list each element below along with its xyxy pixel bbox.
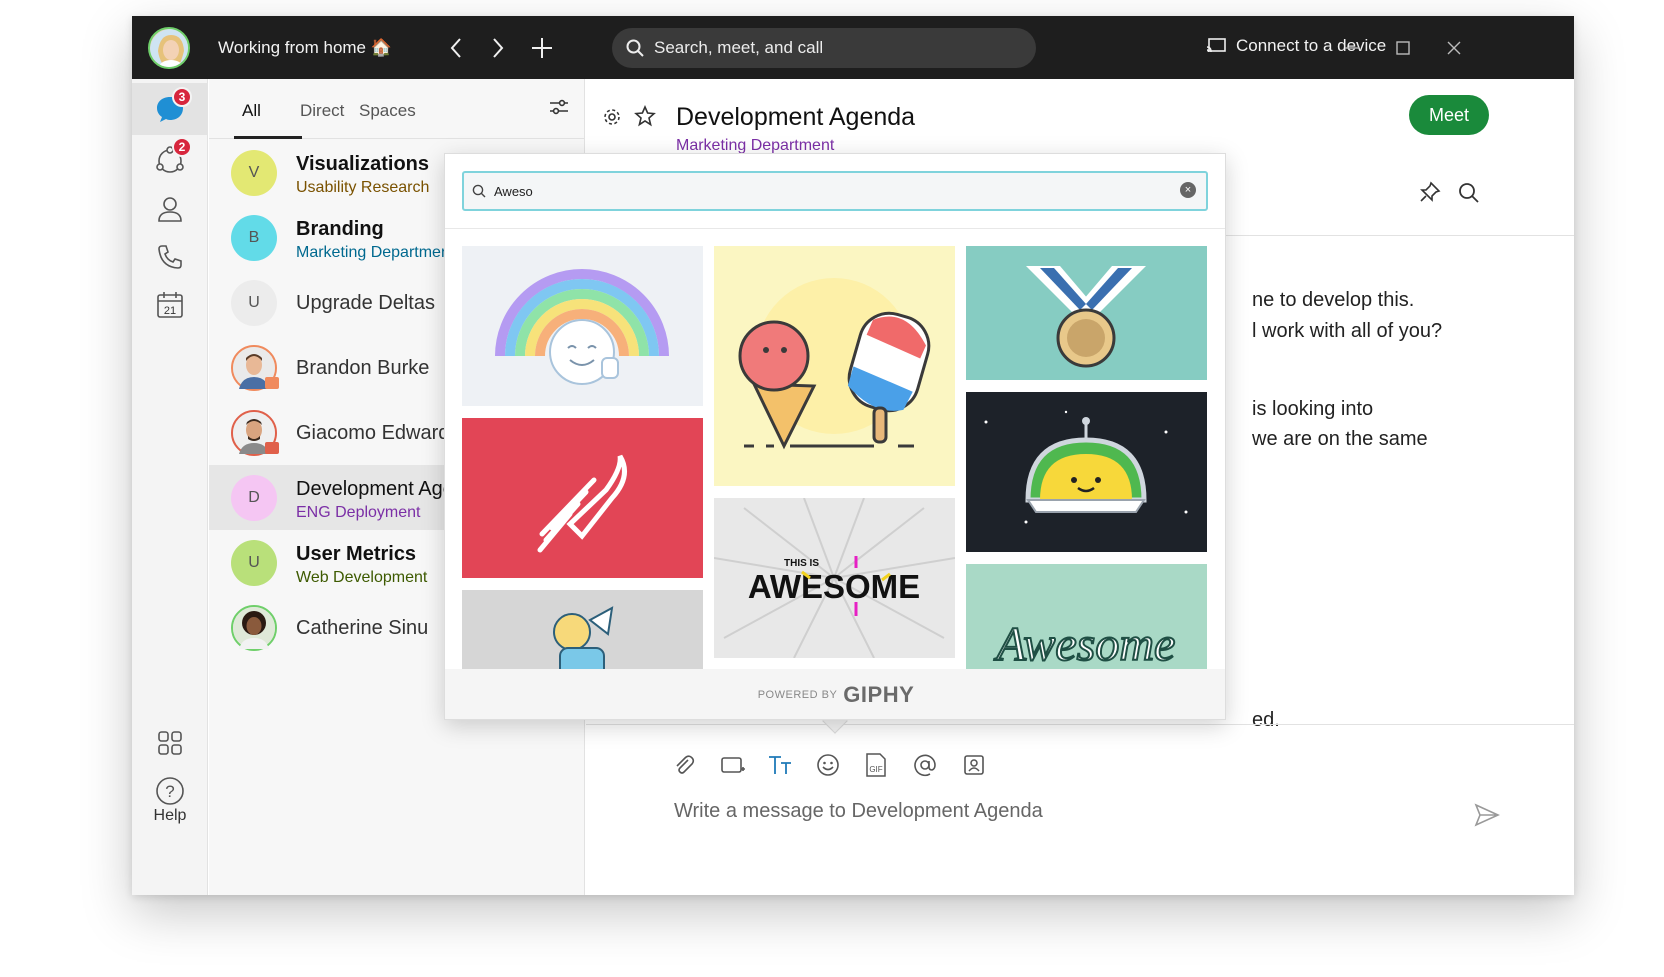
cast-icon bbox=[1206, 38, 1226, 53]
global-search-placeholder: Search, meet, and call bbox=[654, 38, 824, 57]
tab-all[interactable]: All bbox=[242, 101, 261, 121]
conversation-title: Branding bbox=[296, 218, 384, 240]
message-composer-input[interactable] bbox=[674, 794, 1454, 828]
status-message[interactable]: Working from home 🏠 bbox=[218, 38, 392, 58]
gif-rainbow-smile[interactable] bbox=[462, 246, 703, 406]
help-label: Help bbox=[153, 807, 187, 824]
giphy-attribution: POWERED BY GIPHY bbox=[445, 669, 1225, 719]
conversation-subtitle: Usability Research bbox=[296, 179, 430, 196]
avatar: V bbox=[231, 150, 277, 196]
gif-caption-script: Awesome bbox=[994, 618, 1176, 669]
phone-icon bbox=[158, 245, 182, 269]
search-icon bbox=[626, 39, 644, 57]
message-text: ed. bbox=[1252, 709, 1280, 731]
video-status-icon bbox=[265, 377, 279, 389]
composer-divider bbox=[586, 724, 1574, 725]
nav-teams[interactable]: 2 bbox=[132, 135, 208, 187]
text-format-icon[interactable] bbox=[764, 749, 796, 781]
attach-icon[interactable] bbox=[668, 749, 700, 781]
minimize-icon[interactable] bbox=[1338, 34, 1366, 62]
gif-caption-big: AWESOME bbox=[748, 568, 920, 605]
svg-text:?: ? bbox=[165, 782, 174, 801]
message-text: ne to develop this. bbox=[1252, 289, 1415, 311]
title-bar: Working from home 🏠 Search, meet, and ca… bbox=[132, 16, 1574, 79]
calendar-icon: 21 bbox=[157, 292, 183, 318]
forward-icon[interactable] bbox=[480, 30, 516, 66]
nav-calls[interactable] bbox=[132, 231, 208, 283]
space-title: Development Agenda bbox=[676, 103, 916, 131]
avatar: D bbox=[231, 475, 277, 521]
giphy-logo: GIPHY bbox=[843, 682, 915, 707]
tab-active-indicator bbox=[234, 136, 302, 139]
back-icon[interactable] bbox=[438, 30, 474, 66]
avatar: U bbox=[231, 540, 277, 586]
conversation-subtitle: ENG Deployment bbox=[296, 504, 421, 521]
gif-rocket[interactable] bbox=[462, 418, 703, 578]
conversation-title: Catherine Sinu bbox=[296, 617, 429, 639]
search-icon bbox=[472, 184, 486, 198]
share-status-icon bbox=[265, 442, 279, 454]
clear-search-icon[interactable]: × bbox=[1180, 182, 1196, 198]
gif-search-input[interactable] bbox=[494, 183, 1174, 199]
gif-icon[interactable]: GIF bbox=[860, 749, 892, 781]
nav-calendar[interactable]: 21 bbox=[132, 279, 208, 331]
calendar-day: 21 bbox=[164, 305, 176, 317]
gif-search-box[interactable]: × bbox=[462, 171, 1208, 211]
nav-contacts[interactable] bbox=[132, 183, 208, 235]
conversation-subtitle: Web Development bbox=[296, 569, 428, 586]
help-icon: ? bbox=[156, 777, 184, 805]
avatar bbox=[231, 605, 277, 651]
nav-rail: 3 2 21 ? Help bbox=[132, 79, 208, 895]
global-search[interactable]: Search, meet, and call bbox=[612, 28, 1036, 68]
gif-this-is-awesome[interactable]: THIS IS AWESOME bbox=[714, 498, 955, 658]
list-tabs: All Direct Spaces bbox=[209, 79, 585, 139]
message-text: we are on the same bbox=[1252, 428, 1428, 450]
gif-medal[interactable] bbox=[966, 246, 1207, 380]
send-icon[interactable] bbox=[1474, 803, 1500, 832]
settings-gear-icon[interactable] bbox=[602, 107, 622, 132]
filter-icon[interactable] bbox=[549, 99, 569, 120]
close-icon[interactable] bbox=[1440, 34, 1468, 62]
message-text: is looking into bbox=[1252, 398, 1374, 420]
contact-card-icon[interactable] bbox=[958, 749, 990, 781]
gif-cartoon-characters[interactable] bbox=[462, 590, 703, 669]
conversation-title: Giacomo Edwards bbox=[296, 422, 460, 444]
favorite-star-icon[interactable] bbox=[634, 104, 656, 132]
meet-button[interactable]: Meet bbox=[1409, 95, 1489, 135]
conversation-title: Visualizations bbox=[296, 153, 430, 175]
avatar: U bbox=[231, 280, 277, 326]
person-icon bbox=[158, 197, 182, 222]
nav-messaging[interactable]: 3 bbox=[132, 83, 208, 135]
emoji-icon[interactable] bbox=[812, 749, 844, 781]
conversation-title: Brandon Burke bbox=[296, 357, 430, 379]
gif-awesome-script[interactable]: Awesome bbox=[966, 564, 1207, 669]
powered-by-label: POWERED BY bbox=[757, 689, 838, 701]
gif-picker: × bbox=[444, 153, 1226, 720]
message-text: l work with all of you? bbox=[1252, 320, 1443, 342]
apps-grid-icon bbox=[158, 731, 182, 755]
messaging-badge: 3 bbox=[172, 87, 192, 107]
teams-badge: 2 bbox=[172, 137, 192, 157]
whiteboard-icon[interactable] bbox=[717, 749, 749, 781]
search-icon[interactable] bbox=[1458, 182, 1480, 209]
tab-direct[interactable]: Direct bbox=[300, 101, 344, 121]
conversation-title: Upgrade Deltas bbox=[296, 292, 435, 314]
mention-icon[interactable] bbox=[909, 749, 941, 781]
gif-results-grid: THIS IS AWESOME Awesome bbox=[445, 229, 1225, 669]
gif-ice-cream-friends[interactable] bbox=[714, 246, 955, 486]
tab-spaces[interactable]: Spaces bbox=[359, 101, 416, 121]
nav-apps[interactable] bbox=[132, 717, 208, 769]
conversation-title: User Metrics bbox=[296, 543, 417, 565]
gif-space-taco[interactable] bbox=[966, 392, 1207, 552]
svg-text:GIF: GIF bbox=[869, 765, 882, 774]
pin-icon[interactable] bbox=[1419, 181, 1441, 208]
user-avatar[interactable] bbox=[148, 27, 190, 69]
plus-icon[interactable] bbox=[524, 30, 560, 66]
maximize-icon[interactable] bbox=[1389, 34, 1417, 62]
avatar: B bbox=[231, 215, 277, 261]
conversation-subtitle: Marketing Department bbox=[296, 244, 455, 261]
